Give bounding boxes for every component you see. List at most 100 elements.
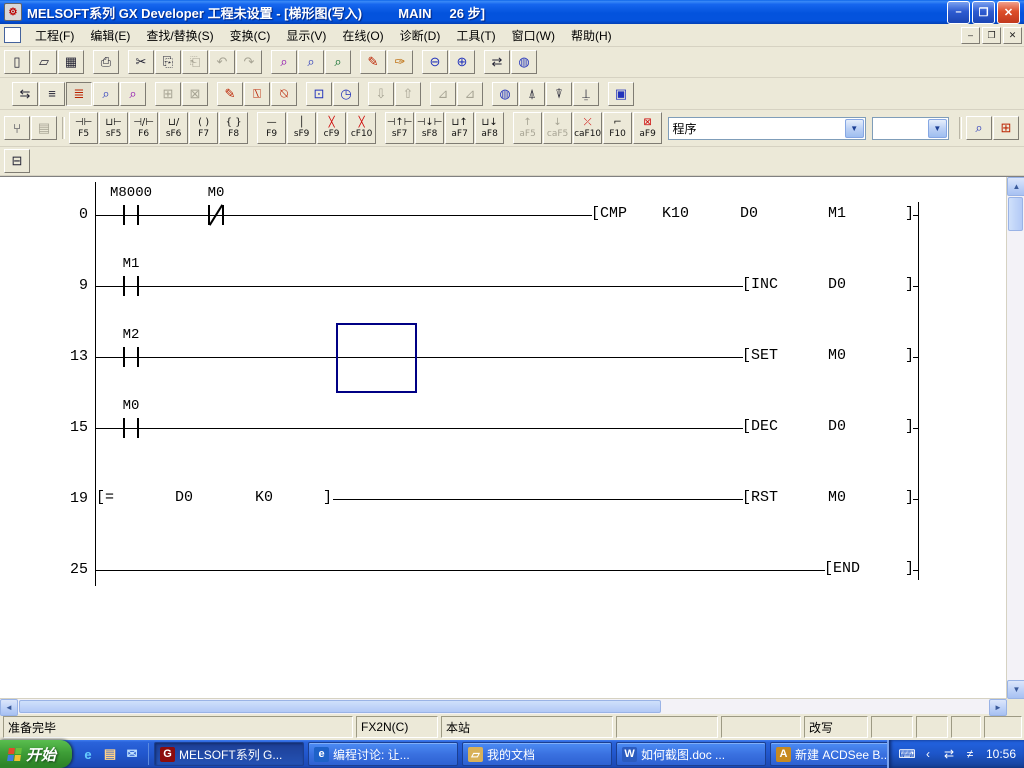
application-instruction-button[interactable]: { }F8 bbox=[219, 112, 248, 144]
insert-line-icon[interactable]: ⍂ bbox=[244, 82, 270, 106]
chevron-down-icon[interactable]: ▼ bbox=[928, 119, 947, 138]
vertical-scroll-thumb[interactable] bbox=[1008, 197, 1023, 231]
task-word-doc[interactable]: W如何截图.doc ... bbox=[616, 742, 766, 766]
delete-vertical-line-button[interactable]: ╳cF10 bbox=[347, 112, 376, 144]
outlook-express-icon[interactable]: ✉ bbox=[124, 746, 140, 762]
horizontal-line-button[interactable]: —F9 bbox=[257, 112, 286, 144]
menu-diagnostics[interactable]: 诊断(D) bbox=[392, 24, 449, 47]
coil-button[interactable]: ( )F7 bbox=[189, 112, 218, 144]
scroll-left-icon[interactable]: ◄ bbox=[0, 699, 18, 716]
project-data-list-icon[interactable]: ⊟ bbox=[4, 149, 30, 173]
print-icon[interactable]: ⎙ bbox=[93, 50, 119, 74]
start-button[interactable]: 开始 bbox=[0, 740, 72, 768]
menu-window[interactable]: 窗口(W) bbox=[504, 24, 563, 47]
closed-branch-button[interactable]: ⊔/sF6 bbox=[159, 112, 188, 144]
scroll-right-icon[interactable]: ► bbox=[989, 699, 1007, 716]
mdi-close-button[interactable]: ✕ bbox=[1003, 27, 1022, 44]
rising-pulse-button[interactable]: ⊣↑⊢sF7 bbox=[385, 112, 414, 144]
connection-icon[interactable]: ≠ bbox=[962, 746, 978, 762]
vertical-scroll-track[interactable] bbox=[1007, 232, 1024, 680]
task-my-documents[interactable]: ▱我的文档 bbox=[462, 742, 612, 766]
open-contact-button[interactable]: ⊣⊢F5 bbox=[69, 112, 98, 144]
cut-icon[interactable]: ✂ bbox=[128, 50, 154, 74]
clock-setting-icon[interactable]: ◷ bbox=[333, 82, 359, 106]
scroll-down-icon[interactable]: ▼ bbox=[1007, 680, 1024, 699]
project-tree-icon[interactable]: ⊞ bbox=[993, 116, 1019, 140]
input-method-icon[interactable]: ⌨ bbox=[899, 746, 915, 762]
ie-quicklaunch-icon[interactable]: e bbox=[80, 746, 96, 762]
show-desktop-icon[interactable]: ▤ bbox=[102, 746, 118, 762]
vertical-line-button[interactable]: │sF9 bbox=[287, 112, 316, 144]
vertical-scrollbar[interactable]: ▲ ▼ bbox=[1006, 177, 1024, 699]
open-branch-button[interactable]: ⊔⊢sF5 bbox=[99, 112, 128, 144]
task-forum[interactable]: e编程讨论: 让... bbox=[308, 742, 458, 766]
delete-line-mode-button[interactable]: ⊠aF9 bbox=[633, 112, 662, 144]
device-memory-icon[interactable]: ⊡ bbox=[306, 82, 332, 106]
write-mode-icon[interactable]: ✎ bbox=[360, 50, 386, 74]
find-coil-icon[interactable]: ⌕ bbox=[120, 82, 146, 106]
scroll-up-icon[interactable]: ▲ bbox=[1007, 177, 1024, 196]
find-icon[interactable]: ⌕ bbox=[271, 50, 297, 74]
comment-display-icon[interactable]: ≡ bbox=[39, 82, 65, 106]
delete-horizontal-line-button[interactable]: ╳cF9 bbox=[317, 112, 346, 144]
copy-icon[interactable]: ⎘ bbox=[155, 50, 181, 74]
secondary-combo[interactable]: ▼ bbox=[872, 117, 949, 140]
program-toolbar: ⇆≡≣⌕⌕⊞⊠✎⍂⍉⊡◷⇩⇧⊿⊿◍⍋⍒⍊▣ bbox=[0, 78, 1024, 110]
close-button[interactable]: ✕ bbox=[997, 1, 1020, 24]
find-string-icon[interactable]: ⌕ bbox=[325, 50, 351, 74]
program-check-icon[interactable]: ◍ bbox=[511, 50, 537, 74]
horizontal-scroll-thumb[interactable] bbox=[19, 700, 661, 713]
monitor-window-icon[interactable]: ▣ bbox=[608, 82, 634, 106]
menu-find-replace[interactable]: 查找/替换(S) bbox=[138, 24, 221, 47]
delete-line-icon[interactable]: ⍉ bbox=[271, 82, 297, 106]
falling-pulse-branch-button[interactable]: ⊔↓aF8 bbox=[475, 112, 504, 144]
mdi-minimize-button[interactable]: – bbox=[961, 27, 980, 44]
task-acdsee[interactable]: A新建 ACDSee B... bbox=[770, 742, 887, 766]
zoom-out-icon[interactable]: ⊖ bbox=[422, 50, 448, 74]
menu-edit[interactable]: 编辑(E) bbox=[82, 24, 138, 47]
menu-tools[interactable]: 工具(T) bbox=[448, 24, 503, 47]
minimize-button[interactable]: – bbox=[947, 1, 970, 24]
closed-contact-button[interactable]: ⊣/⊢F6 bbox=[129, 112, 158, 144]
ladder-cursor[interactable] bbox=[336, 323, 417, 393]
project-data-exchange-icon[interactable]: ⇆ bbox=[12, 82, 38, 106]
entry-data-monitor-icon[interactable]: ⍒ bbox=[546, 82, 572, 106]
menu-convert[interactable]: 变换(C) bbox=[222, 24, 279, 47]
menu-view[interactable]: 显示(V) bbox=[278, 24, 334, 47]
program-combo[interactable]: 程序 ▼ bbox=[668, 117, 866, 140]
horizontal-scrollbar[interactable]: ◄ ► bbox=[0, 698, 1007, 714]
mdi-restore-button[interactable]: ❐ bbox=[982, 27, 1001, 44]
restore-button[interactable]: ❐ bbox=[972, 1, 995, 24]
device-batch-monitor-icon[interactable]: ⍋ bbox=[519, 82, 545, 106]
network-test-icon[interactable]: ◍ bbox=[492, 82, 518, 106]
rising-pulse-branch-button[interactable]: ⊔↑aF7 bbox=[445, 112, 474, 144]
delete-rung-button[interactable]: ⤫caF10 bbox=[573, 112, 602, 144]
collapse-tray-icon[interactable]: ‹ bbox=[920, 746, 936, 762]
chevron-down-icon[interactable]: ▼ bbox=[845, 119, 864, 138]
ladder-canvas[interactable]: 0M8000M0[CMPK10D0M1]9M1[INCD0]13M2[SETM0… bbox=[0, 177, 1007, 699]
task-melsoft[interactable]: GMELSOFT系列 G... bbox=[154, 742, 304, 766]
instruction-text: ] bbox=[905, 205, 914, 222]
statement-display-icon[interactable]: ≣ bbox=[66, 82, 92, 106]
find-device-icon[interactable]: ⌕ bbox=[298, 50, 324, 74]
zoom-in-icon[interactable]: ⊕ bbox=[449, 50, 475, 74]
menu-project[interactable]: 工程(F) bbox=[27, 24, 82, 47]
horizontal-scroll-track[interactable] bbox=[662, 699, 989, 714]
new-project-icon[interactable]: ▯ bbox=[4, 50, 30, 74]
monitor-mode-icon[interactable]: ✑ bbox=[387, 50, 413, 74]
find-contact-icon[interactable]: ⌕ bbox=[93, 82, 119, 106]
edit-ladder-icon[interactable]: ✎ bbox=[217, 82, 243, 106]
device-label: M2 bbox=[91, 327, 171, 343]
open-project-icon[interactable]: ▱ bbox=[31, 50, 57, 74]
menu-help[interactable]: 帮助(H) bbox=[563, 24, 620, 47]
save-project-icon[interactable]: ▦ bbox=[58, 50, 84, 74]
menu-online[interactable]: 在线(O) bbox=[334, 24, 391, 47]
transfer-setup-icon[interactable]: ⇄ bbox=[484, 50, 510, 74]
buffer-memory-monitor-icon[interactable]: ⍊ bbox=[573, 82, 599, 106]
program-find-icon[interactable]: ⌕ bbox=[966, 116, 992, 140]
draw-line-button[interactable]: ⌐F10 bbox=[603, 112, 632, 144]
mdi-child-icon[interactable] bbox=[4, 27, 21, 43]
program-branch-icon[interactable]: ⑂ bbox=[4, 116, 30, 140]
network-status-icon[interactable]: ⇄ bbox=[941, 746, 957, 762]
falling-pulse-button[interactable]: ⊣↓⊢sF8 bbox=[415, 112, 444, 144]
